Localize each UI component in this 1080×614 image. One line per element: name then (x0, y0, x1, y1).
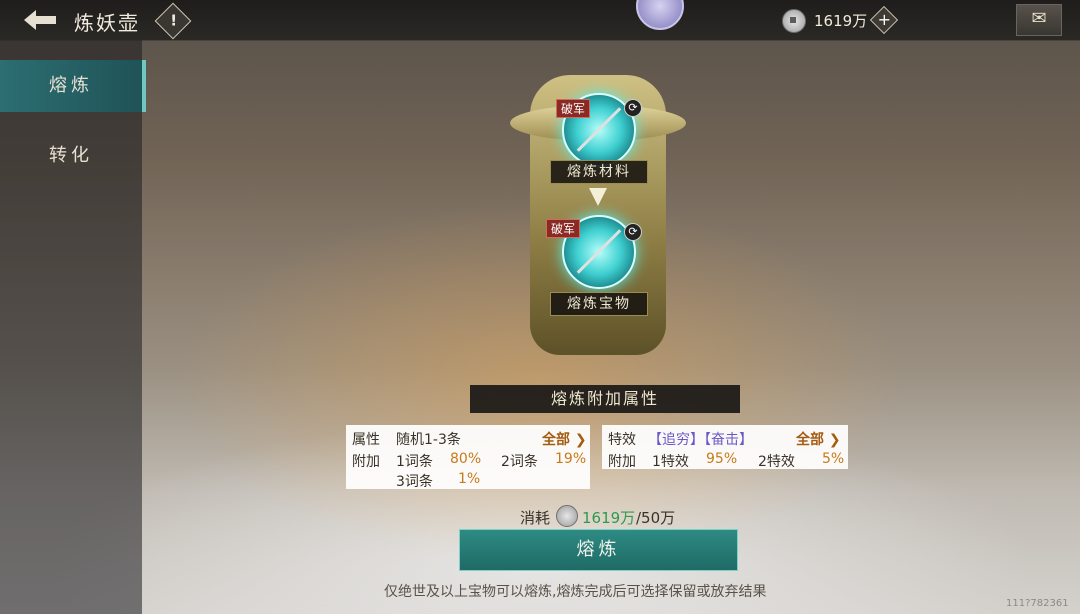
coin-icon (556, 505, 578, 527)
treasure-tag: 破军 (546, 219, 581, 238)
effect-all-label: 全部 (796, 432, 824, 448)
material-label: 熔炼材料 (550, 160, 648, 184)
back-button[interactable] (20, 6, 60, 34)
cost-need: /50万 (636, 509, 676, 527)
effect-row-label: 附加 (608, 454, 636, 470)
effect-item-name: 1特效 (652, 454, 689, 470)
back-arrow-icon (24, 10, 56, 30)
attr-all-label: 全部 (542, 432, 570, 448)
attr-item-pct: 80% (450, 451, 482, 467)
effect-title: 特效 (608, 432, 636, 448)
info-icon: ! (170, 11, 178, 30)
coin-icon (782, 9, 806, 33)
mail-icon: ✉ (1031, 8, 1047, 29)
swap-material-icon[interactable]: ⟳ (624, 99, 642, 117)
cost-have: 1619万 (582, 509, 636, 527)
effect-value: 【追穷】【奋击】 (648, 432, 753, 448)
attr-item-name: 1词条 (396, 454, 433, 470)
material-tag: 破军 (556, 99, 591, 118)
effect-all-link[interactable]: 全部 ❯ (796, 429, 841, 449)
attr-item-name: 3词条 (396, 474, 433, 490)
sidebar: 熔炼 转化 (0, 40, 146, 614)
emblem-icon[interactable] (636, 0, 684, 30)
attr-item-pct: 19% (555, 451, 587, 467)
attr-value: 随机1-3条 (396, 432, 461, 448)
attr-all-link[interactable]: 全部 ❯ (542, 429, 587, 449)
attr-item-pct: 1% (458, 471, 481, 487)
page-title: 炼妖壶 (74, 11, 140, 35)
plus-icon: + (877, 10, 892, 30)
user-id: 111?782361 (1006, 598, 1069, 609)
tab-convert[interactable]: 转化 (0, 130, 142, 182)
attribute-panel: 属性 随机1-3条 全部 ❯ 附加 1词条 80% 2词条 19% 3词条 1% (346, 425, 590, 490)
treasure-label: 熔炼宝物 (550, 292, 648, 316)
top-bar: 炼妖壶 ! 1619万 + ✉ (0, 0, 1080, 41)
attr-row-label: 附加 (352, 454, 380, 470)
effect-item-name: 2特效 (758, 454, 795, 470)
effect-item-pct: 5% (822, 451, 845, 467)
mail-button[interactable]: ✉ (1016, 4, 1062, 36)
smelting-vessel: 破军 ⟳ 熔炼材料 破军 ⟳ 熔炼宝物 (490, 55, 706, 355)
attr-title: 属性 (352, 432, 380, 448)
tab-smelt[interactable]: 熔炼 (0, 60, 146, 112)
hint-text: 仅绝世及以上宝物可以熔炼,熔炼完成后可选择保留或放弃结果 (384, 584, 767, 600)
arrow-down-icon (589, 188, 607, 206)
smelt-button[interactable]: 熔炼 (459, 529, 738, 571)
effect-item-pct: 95% (706, 451, 738, 467)
currency-amount: 1619万 (814, 12, 868, 30)
swap-treasure-icon[interactable]: ⟳ (624, 223, 642, 241)
add-currency-button[interactable]: + (869, 5, 899, 35)
cost-label: 消耗 (520, 509, 551, 527)
attr-item-name: 2词条 (501, 454, 538, 470)
info-button[interactable]: ! (154, 2, 192, 40)
attributes-header: 熔炼附加属性 (470, 385, 740, 413)
effect-panel: 特效 【追穷】【奋击】 全部 ❯ 附加 1特效 95% 2特效 5% (602, 425, 848, 470)
sword-icon (576, 229, 622, 274)
